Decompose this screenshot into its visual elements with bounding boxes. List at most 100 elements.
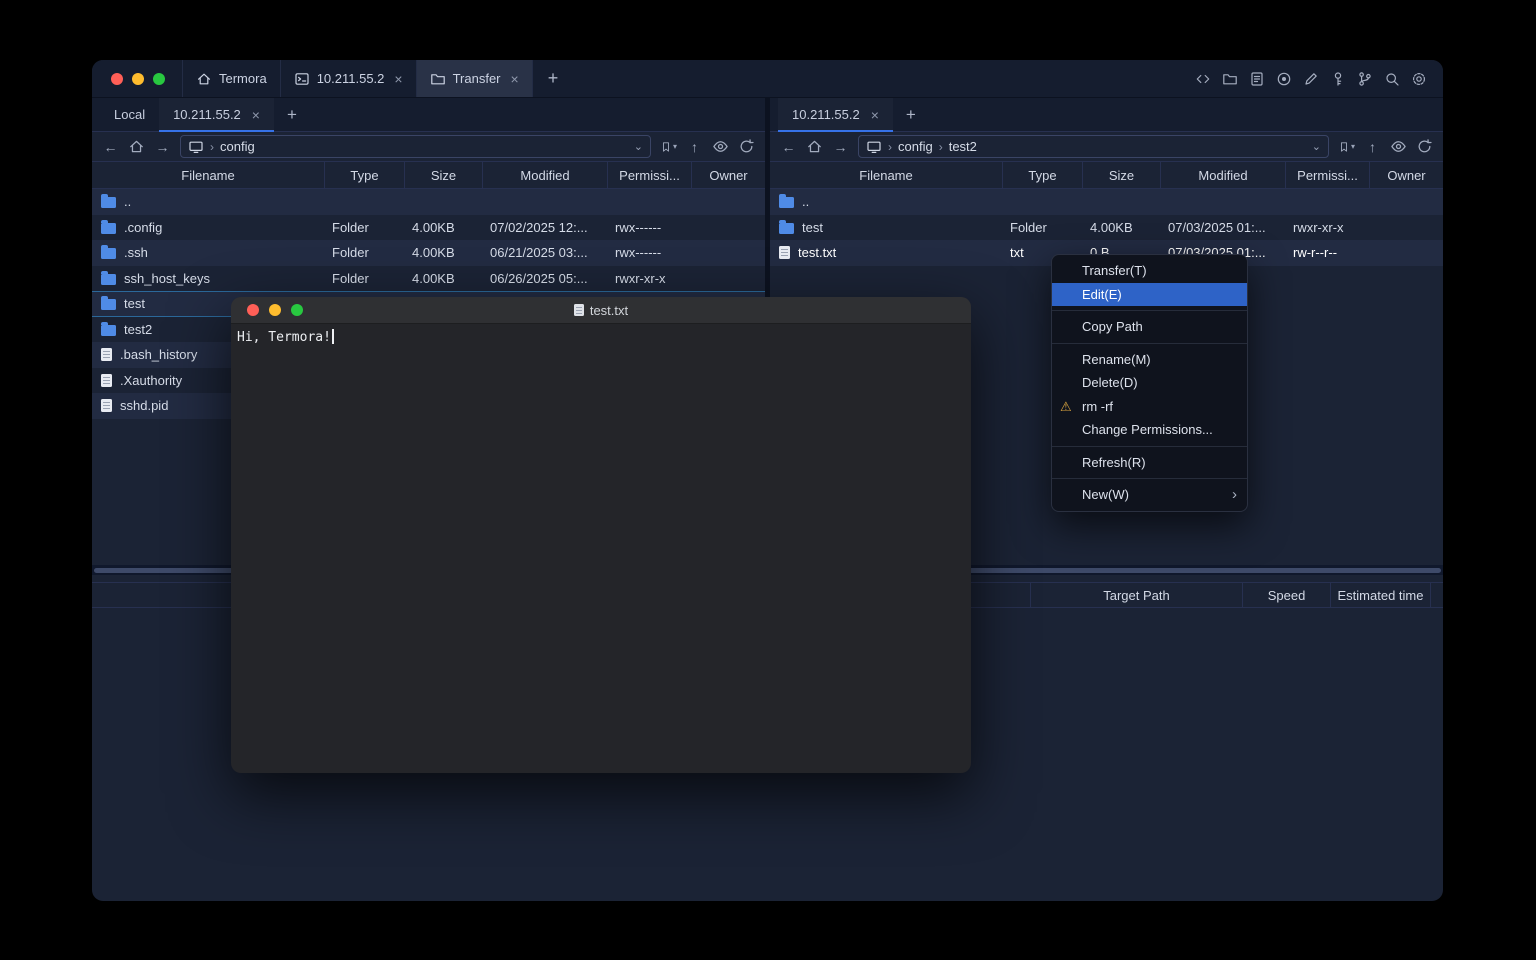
key-icon[interactable] — [1330, 71, 1346, 87]
panel-tab-10-211-55-2[interactable]: 10.211.55.2× — [159, 98, 274, 131]
home-button[interactable] — [806, 138, 823, 156]
breadcrumb-item[interactable]: config — [898, 139, 933, 154]
tab-label: 10.211.55.2 — [317, 71, 385, 86]
refresh-button[interactable] — [738, 138, 755, 156]
column-header-permissi[interactable]: Permissi... — [1285, 162, 1369, 188]
type-cell: Folder — [324, 245, 404, 260]
transfer-column-target-path[interactable]: Target Path — [1030, 583, 1242, 607]
path-bar[interactable]: ›config›test2⌄ — [858, 135, 1329, 158]
modified-cell: 07/03/2025 01:... — [1160, 220, 1285, 235]
panel-tab-10-211-55-2[interactable]: 10.211.55.2 × — [778, 98, 893, 131]
size-cell: 4.00KB — [404, 245, 482, 260]
panel-tab-label: 10.211.55.2 — [792, 107, 860, 122]
titlebar: Termora10.211.55.2×Transfer× + — [92, 60, 1443, 98]
back-button[interactable]: ← — [102, 138, 119, 156]
path-bar[interactable]: › config ⌄ — [180, 135, 651, 158]
folder-icon — [101, 248, 116, 259]
home-button[interactable] — [128, 138, 145, 156]
new-panel-tab-button[interactable]: + — [893, 98, 929, 131]
menu-item-rm-rf[interactable]: ⚠rm -rf — [1052, 395, 1247, 419]
transfer-column-col-4[interactable] — [1430, 583, 1443, 607]
column-header-modified[interactable]: Modified — [482, 162, 607, 188]
column-header-type[interactable]: Type — [324, 162, 404, 188]
close-window-button[interactable] — [247, 304, 259, 316]
branch-icon[interactable] — [1357, 71, 1373, 87]
menu-item-refresh-r[interactable]: Refresh(R) — [1052, 451, 1247, 475]
crumb-separator: › — [888, 140, 892, 154]
editor-window-controls — [231, 304, 303, 316]
back-button[interactable]: ← — [780, 138, 797, 156]
menu-item-new-w[interactable]: New(W)› — [1052, 483, 1247, 507]
crumb-separator: › — [210, 140, 214, 154]
transfer-column-estimated-time[interactable]: Estimated time — [1330, 583, 1430, 607]
column-header-filename[interactable]: Filename — [92, 162, 324, 188]
bookmark-button[interactable]: ▾ — [1338, 138, 1355, 156]
menu-item-copy-path[interactable]: Copy Path — [1052, 315, 1247, 339]
panel-tab-local[interactable]: Local — [100, 98, 159, 131]
record-icon[interactable] — [1276, 71, 1292, 87]
file-row-config[interactable]: .configFolder4.00KB07/02/2025 12:...rwx-… — [92, 215, 765, 241]
close-window-button[interactable] — [111, 73, 123, 85]
close-tab-icon[interactable]: × — [871, 108, 879, 122]
up-directory-button[interactable]: ↑ — [686, 138, 703, 156]
column-header-type[interactable]: Type — [1002, 162, 1082, 188]
plus-label: + — [287, 105, 297, 125]
column-header-owner[interactable]: Owner — [1369, 162, 1443, 188]
menu-item-rename-m[interactable]: Rename(M) — [1052, 348, 1247, 372]
titlebar-tab-10-211-55-2[interactable]: 10.211.55.2 × — [280, 60, 416, 97]
minimize-window-button[interactable] — [269, 304, 281, 316]
folder-icon[interactable] — [1222, 71, 1238, 87]
file-icon — [779, 246, 790, 259]
file-row-parent[interactable]: .. — [770, 189, 1443, 215]
file-row-test[interactable]: testFolder4.00KB07/03/2025 01:...rwxr-xr… — [770, 215, 1443, 241]
menu-item-delete-d[interactable]: Delete(D) — [1052, 371, 1247, 395]
transfer-column-speed[interactable]: Speed — [1242, 583, 1330, 607]
column-header-permissi[interactable]: Permissi... — [607, 162, 691, 188]
file-row-ssh-host-keys[interactable]: ssh_host_keysFolder4.00KB06/26/2025 05:.… — [92, 266, 765, 292]
filename-cell: .config — [92, 220, 324, 235]
zoom-window-button[interactable] — [153, 73, 165, 85]
column-header-owner[interactable]: Owner — [691, 162, 765, 188]
refresh-button[interactable] — [1416, 138, 1433, 156]
notes-icon[interactable] — [1249, 71, 1265, 87]
up-directory-button[interactable]: ↑ — [1364, 138, 1381, 156]
chevron-down-icon[interactable]: ⌄ — [1312, 140, 1321, 153]
close-tab-icon[interactable]: × — [511, 72, 519, 86]
new-tab-button[interactable]: + — [533, 60, 574, 97]
code-icon[interactable] — [1195, 71, 1211, 87]
chevron-down-icon[interactable]: ⌄ — [634, 140, 643, 153]
close-tab-icon[interactable]: × — [252, 108, 260, 122]
show-hidden-button[interactable] — [1390, 138, 1407, 156]
permissions-value: rwx------ — [615, 220, 661, 235]
editor-content[interactable]: Hi, Termora! — [231, 324, 971, 773]
search-icon[interactable] — [1384, 71, 1400, 87]
transfer-column-label: Target Path — [1103, 588, 1170, 603]
transfer-column-label: Estimated time — [1338, 588, 1424, 603]
menu-item-edit-e[interactable]: Edit(E) — [1052, 283, 1247, 307]
forward-button[interactable]: → — [832, 138, 849, 156]
forward-button[interactable]: → — [154, 138, 171, 156]
file-row-ssh[interactable]: .sshFolder4.00KB06/21/2025 03:...rwx----… — [92, 240, 765, 266]
menu-item-change-permissions[interactable]: Change Permissions... — [1052, 418, 1247, 442]
new-panel-tab-button[interactable]: + — [274, 98, 310, 131]
menu-item-transfer-t[interactable]: Transfer(T) — [1052, 259, 1247, 283]
file-row-parent[interactable]: .. — [92, 189, 765, 215]
bookmark-button[interactable]: ▾ — [660, 138, 677, 156]
breadcrumb-item[interactable]: test2 — [949, 139, 977, 154]
column-header-filename[interactable]: Filename — [770, 162, 1002, 188]
pencil-icon[interactable] — [1303, 71, 1319, 87]
zoom-window-button[interactable] — [291, 304, 303, 316]
show-hidden-button[interactable] — [712, 138, 729, 156]
plus-label: + — [906, 105, 916, 125]
column-header-size[interactable]: Size — [404, 162, 482, 188]
breadcrumb-item[interactable]: config — [220, 139, 255, 154]
folder-icon — [779, 197, 794, 208]
column-header-size[interactable]: Size — [1082, 162, 1160, 188]
close-tab-icon[interactable]: × — [394, 72, 402, 86]
titlebar-tab-termora[interactable]: Termora — [182, 60, 280, 97]
column-header-modified[interactable]: Modified — [1160, 162, 1285, 188]
settings-icon[interactable] — [1411, 71, 1427, 87]
minimize-window-button[interactable] — [132, 73, 144, 85]
editor-titlebar[interactable]: test.txt — [231, 297, 971, 324]
titlebar-tab-transfer[interactable]: Transfer× — [416, 60, 533, 97]
